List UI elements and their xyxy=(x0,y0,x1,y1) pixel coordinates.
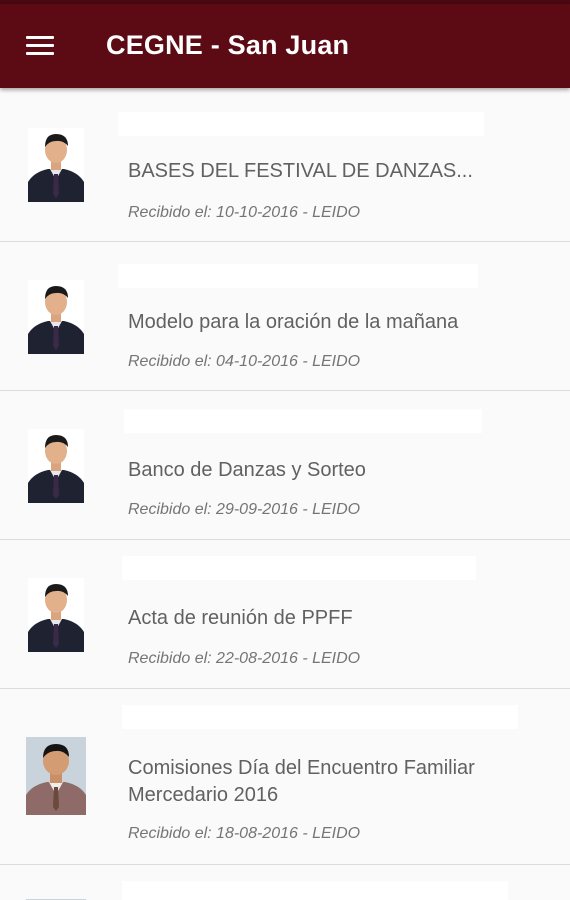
message-item[interactable]: BASES DEL FESTIVAL DE DANZAS... Recibido… xyxy=(0,88,570,242)
message-subject: Modelo para la oración de la mañana xyxy=(128,311,459,333)
message-subject: BASES DEL FESTIVAL DE DANZAS... xyxy=(128,160,473,182)
message-list[interactable]: BASES DEL FESTIVAL DE DANZAS... Recibido… xyxy=(0,88,570,900)
message-received-status: Recibido el: 10-10-2016 - LEIDO xyxy=(128,204,361,221)
menu-button[interactable] xyxy=(18,26,62,66)
message-received-status: Recibido el: 04-10-2016 - LEIDO xyxy=(128,353,361,370)
message-subject: Acta de reunión de PPFF xyxy=(128,607,353,629)
redacted-sender-block xyxy=(122,705,518,729)
redacted-sender-block xyxy=(118,264,478,288)
app-title: CEGNE - San Juan xyxy=(106,30,350,60)
profile-photo-icon xyxy=(28,128,84,202)
message-received-status: Recibido el: 29-09-2016 - LEIDO xyxy=(128,501,361,518)
redacted-sender-block xyxy=(122,881,508,900)
message-item[interactable]: Comisiones Día del Encuentro Familiar Me… xyxy=(0,689,570,865)
message-item[interactable] xyxy=(0,865,570,900)
app-bar: CEGNE - San Juan xyxy=(0,4,570,88)
profile-photo-icon xyxy=(26,737,86,815)
profile-photo-icon xyxy=(28,578,84,652)
message-subject: Comisiones Día del Encuentro Familiar Me… xyxy=(128,757,475,806)
redacted-sender-block xyxy=(122,556,476,580)
profile-photo-icon xyxy=(28,429,84,503)
message-item[interactable]: Banco de Danzas y Sorteo Recibido el: 29… xyxy=(0,391,570,540)
profile-photo-icon xyxy=(28,280,84,354)
redacted-sender-block xyxy=(118,112,484,136)
message-subject: Banco de Danzas y Sorteo xyxy=(128,459,366,481)
message-item[interactable]: Modelo para la oración de la mañana Reci… xyxy=(0,242,570,391)
hamburger-menu-icon xyxy=(26,36,54,56)
message-received-status: Recibido el: 18-08-2016 - LEIDO xyxy=(128,825,361,842)
redacted-sender-block xyxy=(124,409,482,433)
message-item[interactable]: Acta de reunión de PPFF Recibido el: 22-… xyxy=(0,540,570,689)
message-received-status: Recibido el: 22-08-2016 - LEIDO xyxy=(128,650,361,667)
